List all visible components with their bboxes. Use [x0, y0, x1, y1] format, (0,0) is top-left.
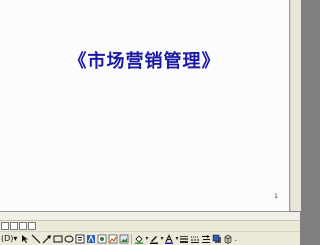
chevron-down-icon[interactable]: ▾: [175, 233, 178, 244]
select-arrow-icon[interactable]: [20, 233, 30, 244]
notes-pane-edge: [0, 212, 300, 220]
slide-sorter-icon[interactable]: [19, 222, 27, 230]
line-icon[interactable]: [31, 233, 41, 244]
oval-icon[interactable]: [64, 233, 74, 244]
toolbar-overflow[interactable]: .: [234, 233, 237, 244]
insert-picture-icon[interactable]: [119, 233, 129, 244]
drawing-toolbar: (D)▾ ▾ ▾ ▾ .: [0, 231, 300, 245]
wordart-icon[interactable]: [86, 233, 96, 244]
textbox-icon[interactable]: [75, 233, 85, 244]
shadow-icon[interactable]: [212, 233, 222, 244]
fill-color-icon[interactable]: [134, 233, 144, 244]
rectangle-icon[interactable]: [53, 233, 63, 244]
slideshow-icon[interactable]: [28, 222, 36, 230]
draw-menu-button[interactable]: (D)▾: [1, 234, 17, 243]
arrow-style-icon[interactable]: [201, 233, 211, 244]
chevron-down-icon[interactable]: ▾: [160, 233, 163, 244]
view-buttons-bar: [0, 220, 300, 231]
page-number: 1: [274, 193, 278, 200]
line-style-icon[interactable]: [179, 233, 189, 244]
diagram-icon[interactable]: [97, 233, 107, 244]
outline-view-icon[interactable]: [10, 222, 18, 230]
arrow-icon[interactable]: [42, 233, 52, 244]
chevron-down-icon[interactable]: ▾: [145, 233, 148, 244]
3d-icon[interactable]: [223, 233, 233, 244]
dash-style-icon[interactable]: [190, 233, 200, 244]
vertical-scrollbar[interactable]: [290, 0, 301, 211]
toolbar-separator: [131, 233, 133, 244]
font-color-icon[interactable]: [164, 233, 174, 244]
clipart-icon[interactable]: [108, 233, 118, 244]
line-color-icon[interactable]: [149, 233, 159, 244]
presentation-window: 《市场营销管理》 1 (D)▾ ▾ ▾ ▾ .: [0, 0, 301, 245]
draw-menu-label: (D): [1, 234, 14, 243]
chevron-down-icon: ▾: [13, 234, 18, 243]
slide-canvas[interactable]: 《市场营销管理》 1: [0, 0, 290, 212]
normal-view-icon[interactable]: [1, 222, 9, 230]
slide-title[interactable]: 《市场营销管理》: [0, 47, 289, 73]
